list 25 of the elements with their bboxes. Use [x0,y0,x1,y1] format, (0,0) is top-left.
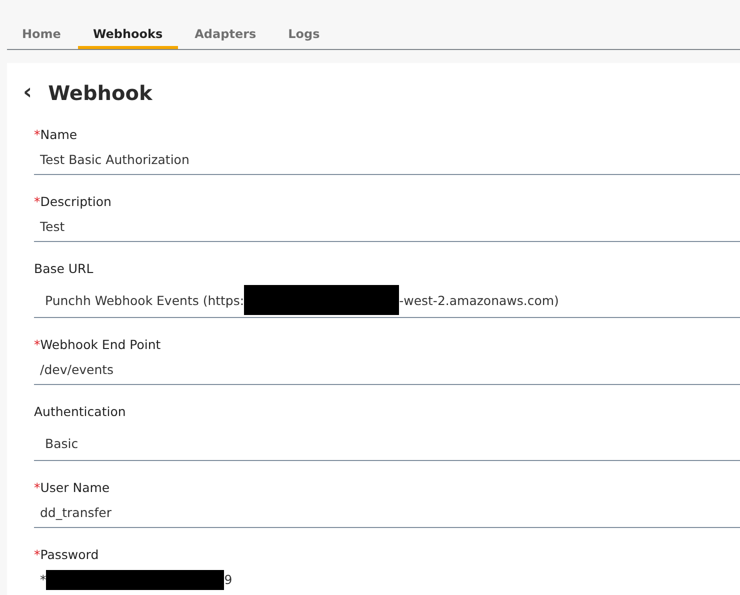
nav-tab[interactable]: Home [7,22,76,49]
select-field[interactable]: Punchh Webhook Events (https: -west-2.amazonaws.com) [34,283,740,318]
field-label: Name [40,127,78,142]
field-label: Base URL [34,261,94,276]
field-label: Authentication [34,404,126,419]
input-field[interactable]: Test Basic Authorization [34,145,740,175]
required-mark: * [34,337,40,352]
input-field[interactable]: /dev/events [34,355,740,385]
required-mark: * [34,194,40,209]
select-field[interactable]: Basic [34,426,740,461]
input-field[interactable]: Test [34,212,740,242]
nav-tab[interactable]: Logs [273,22,335,49]
input-field[interactable]: * 9 [34,565,740,594]
back-button[interactable]: ‹ [21,82,34,104]
field-label: Password [40,547,99,562]
input-field[interactable]: dd_transfer [34,498,740,528]
required-mark: * [34,547,40,562]
field-label: User Name [40,480,110,495]
required-mark: * [34,127,40,142]
field-label: Description [40,194,112,209]
required-mark: * [34,480,40,495]
field-label: Webhook End Point [40,337,161,352]
nav-tab[interactable]: Adapters [180,22,272,49]
nav-tab[interactable]: Webhooks [78,22,178,49]
page-title: Webhook [48,81,152,105]
